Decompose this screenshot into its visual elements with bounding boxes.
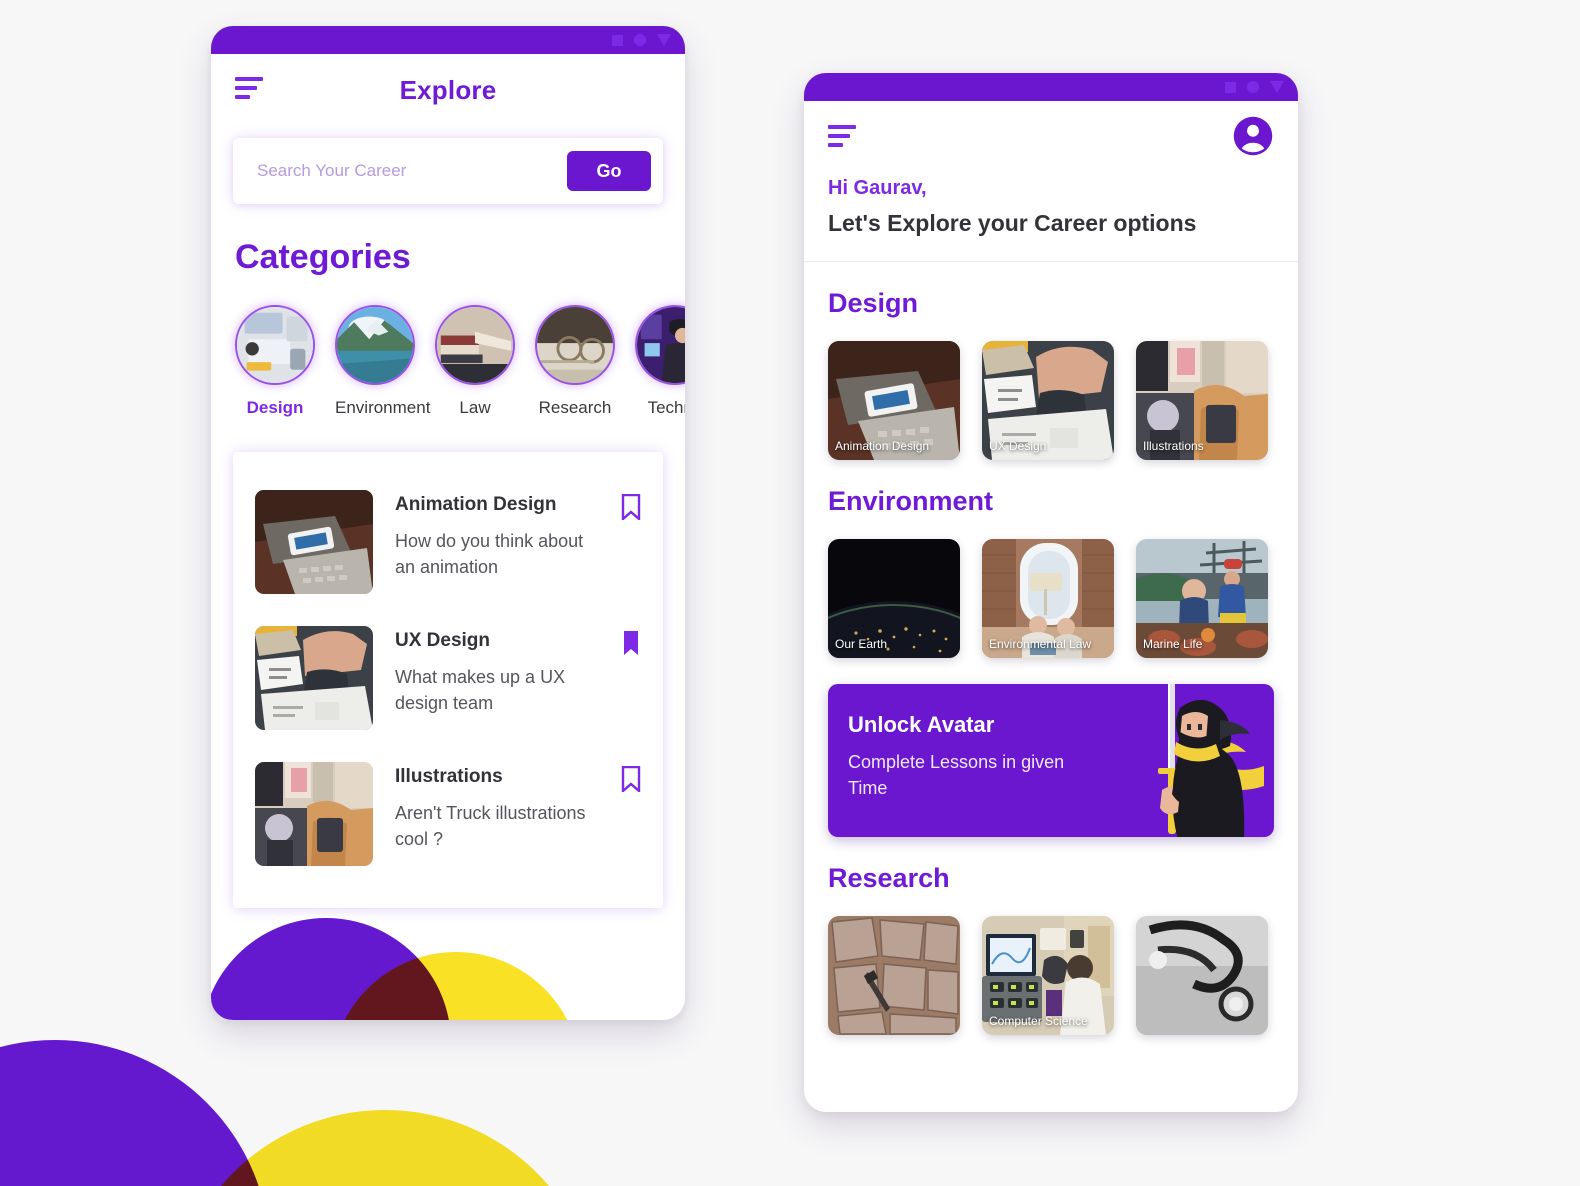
tile-illustrations[interactable]: Illustrations — [1136, 341, 1268, 460]
banner-subtitle: Complete Lessons in given Time — [848, 752, 1065, 798]
tile-label: Illustrations — [1143, 439, 1204, 453]
greeting-headline: Let's Explore your Career options — [828, 210, 1197, 236]
category-item-technology[interactable]: Techno — [635, 305, 685, 418]
categories-heading: Categories — [235, 238, 411, 276]
tile-label: Environmental Law — [989, 637, 1092, 651]
banner-title: Unlock Avatar — [848, 712, 995, 737]
bookmark-filled-icon[interactable] — [621, 626, 641, 661]
banner-text: Unlock Avatar Complete Lessons in given … — [828, 684, 1078, 801]
square-icon — [612, 34, 623, 46]
career-list-card: Animation Design How do you think about … — [233, 452, 663, 908]
tile-label: Computer Science — [989, 1014, 1088, 1028]
search-input[interactable] — [257, 161, 567, 181]
decorative-yellow-circle — [331, 952, 581, 1020]
category-item-environment[interactable]: Environment — [335, 305, 431, 418]
tile-computer-science[interactable]: Computer Science — [982, 916, 1114, 1035]
tile-label: UX Design — [989, 439, 1047, 453]
tile-animation-design[interactable]: Animation Design — [828, 341, 960, 460]
section-title-design: Design — [828, 288, 919, 318]
category-thumb-design — [235, 305, 315, 385]
tile-marine-life[interactable]: Marine Life — [1136, 539, 1268, 658]
tile-label: Marine Life — [1143, 637, 1203, 651]
section-title-research: Research — [828, 863, 950, 893]
search-go-button[interactable]: Go — [567, 151, 651, 191]
status-bar — [211, 26, 685, 54]
section-row-research: Computer Science — [804, 894, 1298, 1035]
greeting-username: Hi Gaurav, — [828, 177, 927, 199]
list-item-thumbnail — [255, 490, 373, 594]
list-item-title: Animation Design — [395, 494, 557, 515]
home-screen-phone: Hi Gaurav, Let's Explore your Career opt… — [804, 73, 1298, 1112]
category-item-design[interactable]: Design — [235, 305, 315, 418]
list-item[interactable]: Animation Design How do you think about … — [255, 474, 641, 610]
list-item-body: Illustrations Aren't Truck illustrations… — [395, 762, 599, 852]
category-thumb-technology — [635, 305, 685, 385]
list-item-body: Animation Design How do you think about … — [395, 490, 599, 580]
list-item-subtitle: How do you think about an animation — [395, 531, 584, 578]
explore-screen-phone: Explore Go Categories — [211, 26, 685, 1020]
list-item-subtitle: What makes up a UX design team — [395, 667, 566, 714]
list-item-subtitle: Aren't Truck illustrations cool ? — [395, 803, 586, 850]
section-title-environment: Environment — [828, 486, 994, 516]
section-row-environment: Our Earth Environmental Law Marine Life — [804, 517, 1298, 658]
decorative-yellow-circle — [170, 1110, 600, 1186]
category-label: Law — [459, 398, 491, 417]
account-circle-icon[interactable] — [1232, 115, 1274, 162]
circle-icon — [1247, 81, 1259, 93]
phone-decorative-blobs — [211, 890, 685, 1020]
hamburger-icon[interactable] — [828, 124, 856, 152]
list-item-thumbnail — [255, 762, 373, 866]
category-thumb-law — [435, 305, 515, 385]
category-label: Research — [538, 398, 612, 417]
bookmark-outline-icon[interactable] — [621, 490, 641, 525]
triangle-down-icon — [657, 34, 671, 46]
page-title: Explore — [399, 74, 497, 105]
category-thumb-research — [535, 305, 615, 385]
tile-label: Animation Design — [835, 439, 930, 453]
circle-icon — [634, 34, 646, 46]
tile-archaeology[interactable] — [828, 916, 960, 1035]
unlock-avatar-banner[interactable]: Unlock Avatar Complete Lessons in given … — [828, 684, 1274, 837]
decorative-purple-circle — [0, 1040, 270, 1186]
category-label: Environment — [335, 398, 431, 417]
ninja-avatar-illustration — [1084, 684, 1264, 837]
category-item-law[interactable]: Law — [435, 305, 515, 418]
category-thumb-environment — [335, 305, 415, 385]
tile-environmental-law[interactable]: Environmental Law — [982, 539, 1114, 658]
section-row-design: Animation Design UX Design Illustrations — [804, 319, 1298, 460]
decorative-purple-circle — [211, 918, 451, 1020]
list-item-body: UX Design What makes up a UX design team — [395, 626, 599, 716]
search-card: Go — [233, 138, 663, 204]
category-label: Design — [246, 398, 304, 417]
category-item-research[interactable]: Research — [535, 305, 615, 418]
triangle-down-icon — [1270, 81, 1284, 93]
list-item-title: UX Design — [395, 630, 491, 651]
categories-row[interactable]: Design Environment Law Research Tech — [211, 277, 685, 418]
greeting-block: Hi Gaurav, Let's Explore your Career opt… — [804, 175, 1298, 237]
screenshot-stage: Explore Go Categories — [0, 0, 1580, 1186]
list-item[interactable]: Illustrations Aren't Truck illustrations… — [255, 746, 641, 882]
list-item-title: Illustrations — [395, 766, 503, 787]
search-section: Go — [211, 126, 685, 204]
list-item[interactable]: UX Design What makes up a UX design team — [255, 610, 641, 746]
square-icon — [1225, 81, 1236, 93]
category-label: Techno — [647, 398, 685, 417]
tile-label: Our Earth — [835, 637, 888, 651]
home-app-bar — [804, 101, 1298, 175]
tile-ux-design[interactable]: UX Design — [982, 341, 1114, 460]
tile-our-earth[interactable]: Our Earth — [828, 539, 960, 658]
status-bar — [804, 73, 1298, 101]
list-item-thumbnail — [255, 626, 373, 730]
explore-app-bar: Explore — [211, 54, 685, 126]
tile-medicine[interactable] — [1136, 916, 1268, 1035]
bookmark-outline-icon[interactable] — [621, 762, 641, 797]
